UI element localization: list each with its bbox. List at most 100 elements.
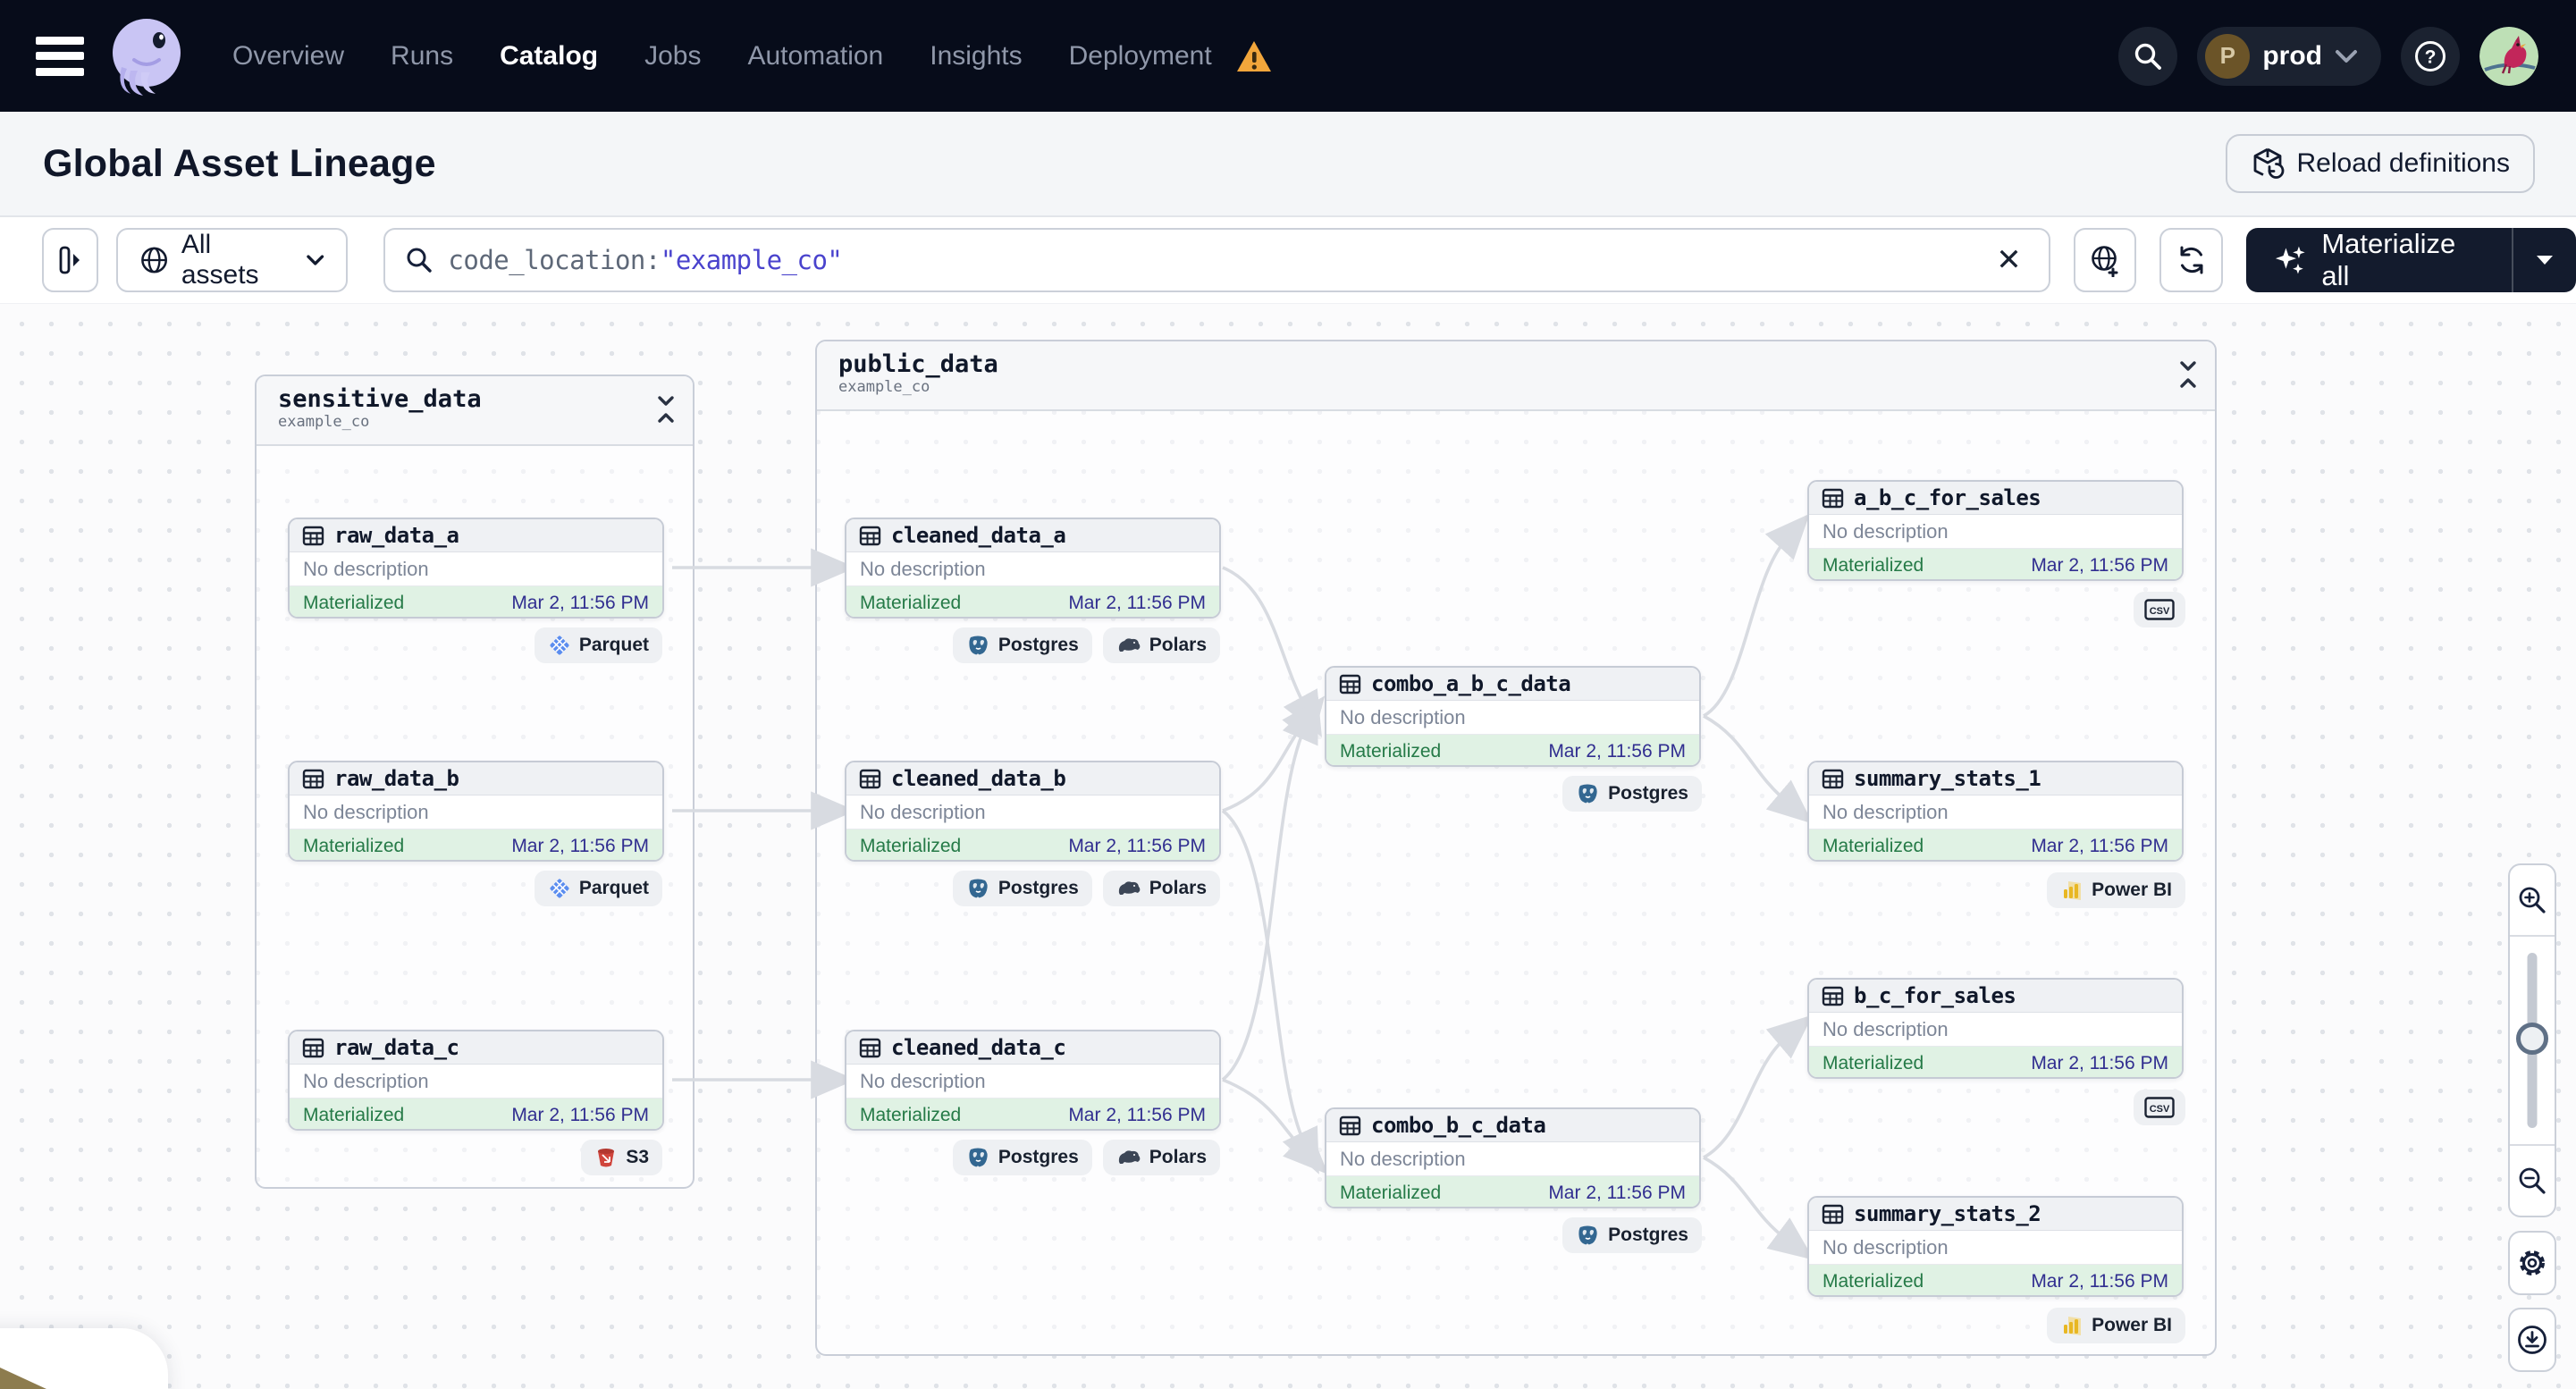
tag-label: Postgres bbox=[998, 635, 1079, 655]
tag-postgres[interactable]: Postgres bbox=[1562, 776, 1702, 812]
tag-postgres[interactable]: Postgres bbox=[952, 871, 1092, 906]
status-label: Materialized bbox=[1823, 554, 1924, 576]
tag-s3[interactable]: S3 bbox=[581, 1140, 662, 1175]
tag-parquet[interactable]: Parquet bbox=[534, 627, 662, 663]
nav-item-jobs[interactable]: Jobs bbox=[644, 41, 701, 72]
zoom-in-button[interactable] bbox=[2510, 865, 2555, 935]
materialization-time[interactable]: Mar 2, 11:56 PM bbox=[2031, 1053, 2168, 1074]
asset-description: No description bbox=[846, 552, 1219, 586]
asset-node-combo-b-c-data[interactable]: combo_b_c_data No description Materializ… bbox=[1325, 1107, 1701, 1208]
help-button[interactable]: ? bbox=[2401, 26, 2460, 86]
nav-item-runs[interactable]: Runs bbox=[391, 41, 453, 72]
asset-search-input[interactable]: code_location:"example_co" ✕ bbox=[383, 228, 2050, 292]
gear-icon bbox=[2520, 1250, 2545, 1275]
asset-node-cleaned-data-b[interactable]: cleaned_data_b No description Materializ… bbox=[845, 761, 1221, 862]
zoom-slider-handle[interactable] bbox=[2516, 1023, 2548, 1055]
power-bi-icon bbox=[2064, 1317, 2082, 1335]
status-label: Materialized bbox=[1823, 835, 1924, 856]
materialize-all-main[interactable]: Materialize all bbox=[2246, 228, 2512, 292]
tag-polars[interactable]: Polars bbox=[1102, 871, 1220, 906]
group-header[interactable]: sensitive_data example_co bbox=[257, 376, 693, 446]
asset-node-summary-stats-1[interactable]: summary_stats_1 No description Materiali… bbox=[1807, 761, 2184, 862]
materialization-time[interactable]: Mar 2, 11:56 PM bbox=[2031, 1271, 2168, 1292]
table-icon bbox=[1339, 674, 1361, 694]
asset-node-combo-a-b-c-data[interactable]: combo_a_b_c_data No description Material… bbox=[1325, 666, 1701, 767]
reload-definitions-button[interactable]: Reload definitions bbox=[2225, 134, 2535, 193]
tag-csv[interactable]: CSV bbox=[2134, 592, 2185, 627]
search-icon bbox=[2135, 43, 2162, 70]
warning-triangle-icon[interactable] bbox=[1235, 38, 1273, 74]
download-circle-icon bbox=[2518, 1326, 2547, 1354]
asset-name: cleaned_data_c bbox=[891, 1035, 1066, 1060]
download-image-button[interactable] bbox=[2508, 1308, 2556, 1372]
clear-search-icon[interactable]: ✕ bbox=[1989, 241, 2029, 279]
table-icon bbox=[302, 1038, 324, 1057]
group-header[interactable]: public_data example_co bbox=[817, 341, 2215, 411]
asset-node-cleaned-data-a[interactable]: cleaned_data_a No description Materializ… bbox=[845, 518, 1221, 619]
dagster-logo-icon[interactable] bbox=[104, 13, 189, 99]
materialize-all-button[interactable]: Materialize all bbox=[2245, 228, 2576, 292]
tag-csv[interactable]: CSV bbox=[2134, 1090, 2185, 1125]
table-icon bbox=[1339, 1115, 1361, 1135]
nav-item-automation[interactable]: Automation bbox=[747, 41, 883, 72]
asset-description: No description bbox=[846, 796, 1219, 829]
tag-label: Postgres bbox=[1608, 783, 1688, 804]
nav-item-insights[interactable]: Insights bbox=[930, 41, 1022, 72]
zoom-out-icon bbox=[2519, 1167, 2546, 1194]
global-search-button[interactable] bbox=[2118, 26, 2178, 86]
asset-description: No description bbox=[290, 796, 662, 829]
deployment-switcher[interactable]: P prod bbox=[2197, 26, 2381, 86]
materialization-time[interactable]: Mar 2, 11:56 PM bbox=[2031, 555, 2168, 577]
postgres-icon bbox=[1578, 784, 1597, 803]
asset-node-b-c-for-sales[interactable]: b_c_for_sales No description Materialize… bbox=[1807, 978, 2184, 1079]
asset-node-raw-data-a[interactable]: raw_data_a No description Materialized Ma… bbox=[288, 518, 664, 619]
nav-item-deployment[interactable]: Deployment bbox=[1069, 41, 1212, 72]
asset-node-raw-data-c[interactable]: raw_data_c No description Materialized Ma… bbox=[288, 1030, 664, 1131]
reload-definitions-label: Reload definitions bbox=[2296, 148, 2511, 178]
asset-node-raw-data-b[interactable]: raw_data_b No description Materialized Ma… bbox=[288, 761, 664, 862]
graph-settings-button[interactable] bbox=[2508, 1231, 2556, 1295]
materialization-time[interactable]: Mar 2, 11:56 PM bbox=[1068, 593, 1206, 614]
user-avatar[interactable] bbox=[2479, 26, 2538, 86]
asset-node-summary-stats-2[interactable]: summary_stats_2 No description Materiali… bbox=[1807, 1196, 2184, 1297]
collapse-group-icon[interactable] bbox=[2177, 359, 2199, 390]
open-in-new-graph-button[interactable] bbox=[2073, 228, 2137, 292]
svg-text:?: ? bbox=[2425, 46, 2437, 67]
materialization-time[interactable]: Mar 2, 11:56 PM bbox=[1068, 836, 1206, 857]
materialization-time[interactable]: Mar 2, 11:56 PM bbox=[1548, 741, 1686, 762]
asset-node-a-b-c-for-sales[interactable]: a_b_c_for_sales No description Materiali… bbox=[1807, 480, 2184, 581]
materialize-options-caret[interactable] bbox=[2513, 254, 2576, 266]
tag-postgres[interactable]: Postgres bbox=[1562, 1217, 1702, 1253]
materialization-time[interactable]: Mar 2, 11:56 PM bbox=[2031, 836, 2168, 857]
materialization-time[interactable]: Mar 2, 11:56 PM bbox=[511, 593, 649, 614]
asset-scope-dropdown[interactable]: All assets bbox=[115, 228, 349, 292]
tag-power-bi[interactable]: Power BI bbox=[2047, 872, 2185, 908]
asset-name: combo_a_b_c_data bbox=[1371, 671, 1571, 696]
materialization-time[interactable]: Mar 2, 11:56 PM bbox=[1068, 1105, 1206, 1126]
menu-icon[interactable] bbox=[36, 36, 84, 76]
minimap-viewport-corner bbox=[0, 1368, 46, 1389]
collapse-group-icon[interactable] bbox=[655, 394, 677, 425]
asset-node-cleaned-data-c[interactable]: cleaned_data_c No description Materializ… bbox=[845, 1030, 1221, 1131]
zoom-slider[interactable] bbox=[2510, 935, 2555, 1146]
materialization-time[interactable]: Mar 2, 11:56 PM bbox=[1548, 1183, 1686, 1204]
sidebar-toggle-button[interactable] bbox=[42, 228, 98, 292]
globe-plus-icon bbox=[2092, 246, 2118, 277]
asset-name: b_c_for_sales bbox=[1854, 983, 2016, 1008]
materialization-time[interactable]: Mar 2, 11:56 PM bbox=[511, 1105, 649, 1126]
tag-polars[interactable]: Polars bbox=[1102, 1140, 1220, 1175]
asset-description: No description bbox=[1809, 1231, 2182, 1265]
nav-item-overview[interactable]: Overview bbox=[232, 41, 344, 72]
refresh-button[interactable] bbox=[2159, 228, 2223, 292]
svg-text:CSV: CSV bbox=[2150, 606, 2170, 617]
tag-parquet[interactable]: Parquet bbox=[534, 871, 662, 906]
tag-postgres[interactable]: Postgres bbox=[952, 1140, 1092, 1175]
tag-power-bi[interactable]: Power BI bbox=[2047, 1308, 2185, 1343]
materialization-time[interactable]: Mar 2, 11:56 PM bbox=[511, 836, 649, 857]
nav-item-catalog[interactable]: Catalog bbox=[500, 41, 598, 72]
tag-label: Polars bbox=[1149, 1147, 1207, 1167]
tag-polars[interactable]: Polars bbox=[1102, 627, 1220, 663]
zoom-out-button[interactable] bbox=[2510, 1146, 2555, 1216]
tag-postgres[interactable]: Postgres bbox=[952, 627, 1092, 663]
csv-icon: CSV bbox=[2144, 599, 2175, 620]
